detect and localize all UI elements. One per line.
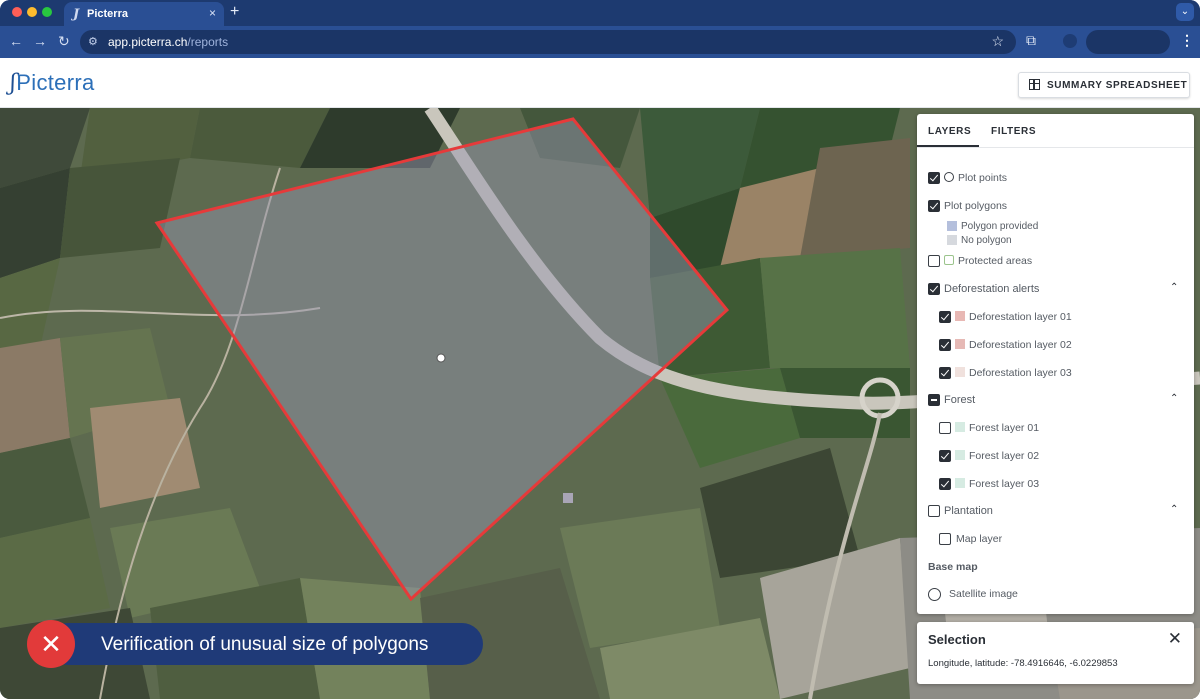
reload-icon[interactable]: ↻: [58, 33, 70, 50]
deforestation-layer-01-label: Deforestation layer 01: [969, 311, 1072, 323]
browser-toolbar: ← → ↻ ⚙ app.picterra.ch/reports ☆ ⧉ ⋮: [0, 26, 1200, 58]
selection-panel: Selection ✕ Longitude, latitude: -78.491…: [917, 622, 1194, 684]
base-map-heading: Base map: [928, 561, 978, 573]
polygon-provided-swatch: [947, 221, 957, 231]
back-icon[interactable]: ←: [9, 33, 23, 49]
plantation-label: Plantation: [944, 505, 993, 517]
zoom-window-icon[interactable]: [42, 7, 52, 17]
plot-points-icon: [944, 172, 954, 182]
table-grid-icon: [1029, 79, 1040, 90]
panel-tabs: LAYERS FILTERS: [917, 114, 1194, 148]
no-polygon-swatch: [947, 235, 957, 245]
url-text: app.picterra.ch/reports: [108, 35, 229, 49]
tab-filters[interactable]: FILTERS: [991, 126, 1036, 137]
forward-icon[interactable]: →: [33, 33, 47, 49]
extensions-icon[interactable]: ⧉: [1026, 32, 1036, 49]
plot-points-label: Plot points: [958, 172, 1008, 184]
deforestation-collapse-icon[interactable]: ⌃: [1170, 282, 1178, 293]
plot-polygons-checkbox[interactable]: [928, 200, 940, 212]
satellite-image-radio[interactable]: [928, 588, 941, 601]
forest-checkbox[interactable]: [928, 394, 940, 406]
deforestation-layer-03-checkbox[interactable]: [939, 367, 951, 379]
deforestation-layer-02-swatch: [955, 339, 965, 349]
map-layer-checkbox[interactable]: [939, 533, 951, 545]
summary-spreadsheet-button[interactable]: SUMMARY SPREADSHEET: [1018, 72, 1190, 98]
plot-points-checkbox[interactable]: [928, 172, 940, 184]
forest-layer-01-label: Forest layer 01: [969, 422, 1040, 434]
app-header: ʃPicterra SUMMARY SPREADSHEET: [0, 58, 1200, 108]
plot-point[interactable]: [436, 353, 446, 363]
active-tab-indicator: [917, 145, 979, 147]
close-window-icon[interactable]: [12, 7, 22, 17]
logo-text: Picterra: [16, 70, 95, 95]
forest-layer-02-label: Forest layer 02: [969, 450, 1040, 462]
protected-areas-checkbox[interactable]: [928, 255, 940, 267]
plantation-collapse-icon[interactable]: ⌃: [1170, 504, 1178, 515]
plantation-checkbox[interactable]: [928, 505, 940, 517]
deforestation-alerts-label: Deforestation alerts: [944, 283, 1040, 295]
deforestation-layer-03-label: Deforestation layer 03: [969, 367, 1072, 379]
new-tab-button[interactable]: +: [230, 3, 239, 21]
map-layer-label: Map layer: [956, 533, 1003, 545]
error-x-icon: ✕: [27, 620, 75, 668]
polygon-provided-label: Polygon provided: [961, 221, 1039, 232]
picterra-favicon: J: [73, 7, 80, 22]
address-bar[interactable]: ⚙ app.picterra.ch/reports ☆: [80, 30, 1016, 54]
verification-banner: Verification of unusual size of polygons…: [27, 620, 483, 668]
protected-areas-icon: [944, 255, 954, 265]
deforestation-layer-01-checkbox[interactable]: [939, 311, 951, 323]
bookmark-star-icon[interactable]: ☆: [991, 33, 1004, 50]
layers-panel: LAYERS FILTERS Plot points Plot polygons…: [917, 114, 1194, 614]
plot-polygons-label: Plot polygons: [944, 200, 1008, 212]
forest-layer-02-swatch: [955, 450, 965, 460]
forest-label: Forest: [944, 394, 976, 406]
forest-layer-03-label: Forest layer 03: [969, 478, 1040, 490]
forest-layer-03-checkbox[interactable]: [939, 478, 951, 490]
profile-icon[interactable]: [1063, 34, 1077, 48]
plot-marker[interactable]: [563, 493, 573, 503]
forest-layer-03-swatch: [955, 478, 965, 488]
selection-coordinates: Longitude, latitude: -78.4916646, -6.022…: [928, 658, 1118, 669]
selection-title: Selection: [928, 632, 986, 647]
browser-window: J Picterra × + ⌄ ← → ↻ ⚙ app.picterra.ch…: [0, 0, 1200, 699]
forest-collapse-icon[interactable]: ⌃: [1170, 393, 1178, 404]
browser-tab[interactable]: J Picterra ×: [64, 2, 224, 26]
minimize-window-icon[interactable]: [27, 7, 37, 17]
tab-close-icon[interactable]: ×: [209, 6, 216, 20]
deforestation-layer-02-checkbox[interactable]: [939, 339, 951, 351]
no-polygon-label: No polygon: [961, 235, 1012, 246]
summary-spreadsheet-label: SUMMARY SPREADSHEET: [1047, 80, 1188, 91]
deforestation-alerts-checkbox[interactable]: [928, 283, 940, 295]
banner-text: Verification of unusual size of polygons: [101, 634, 429, 655]
tab-layers[interactable]: LAYERS: [928, 126, 971, 137]
selection-close-icon[interactable]: ✕: [1168, 629, 1182, 649]
forest-layer-01-swatch: [955, 422, 965, 432]
forest-layer-02-checkbox[interactable]: [939, 450, 951, 462]
tab-title: Picterra: [87, 8, 128, 20]
deforestation-layer-01-swatch: [955, 311, 965, 321]
profile-chip[interactable]: [1086, 30, 1170, 54]
site-settings-icon[interactable]: ⚙: [88, 35, 98, 48]
deforestation-layer-03-swatch: [955, 367, 965, 377]
tab-strip: J Picterra × + ⌄: [0, 0, 1200, 26]
deforestation-layer-02-label: Deforestation layer 02: [969, 339, 1072, 351]
picterra-logo[interactable]: ʃPicterra: [10, 70, 94, 96]
satellite-image-label: Satellite image: [949, 588, 1018, 600]
forest-layer-01-checkbox[interactable]: [939, 422, 951, 434]
tab-search-icon[interactable]: ⌄: [1176, 3, 1194, 21]
protected-areas-label: Protected areas: [958, 255, 1033, 267]
kebab-menu-icon[interactable]: ⋮: [1180, 32, 1194, 49]
